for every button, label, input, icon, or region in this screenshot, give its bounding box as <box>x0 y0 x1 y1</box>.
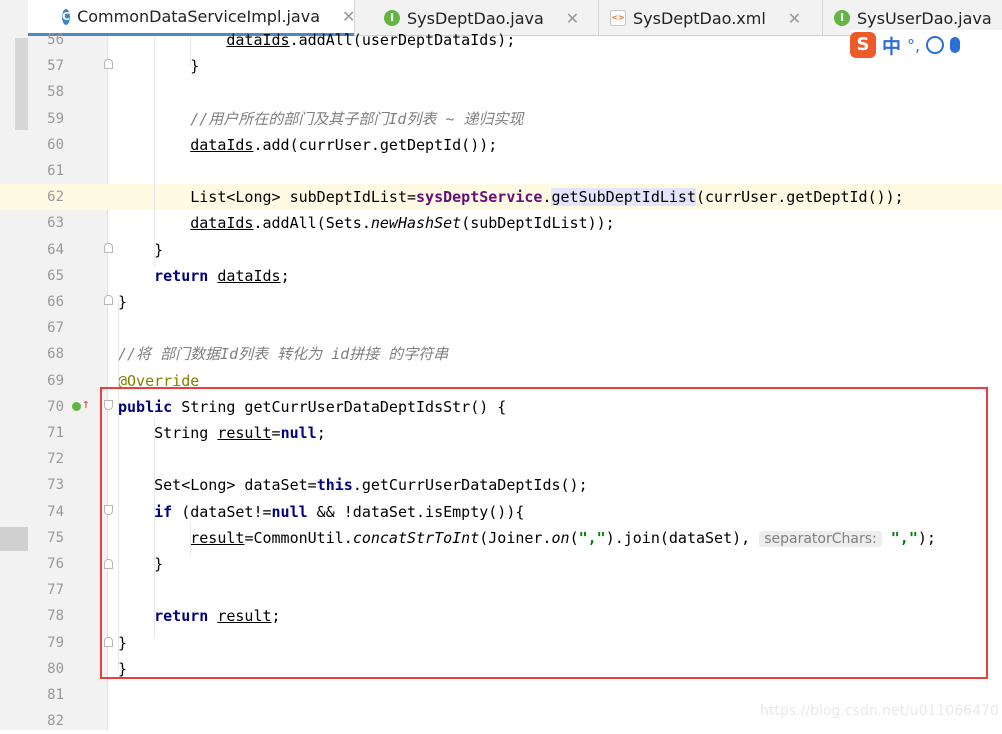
code-token: List<Long> subDeptIdList= <box>118 188 417 207</box>
code-token: newHashSet <box>370 214 462 233</box>
code-text: } <box>118 289 127 315</box>
class-icon: C <box>62 8 71 25</box>
code-text: dataIds.add(currUser.getDeptId()); <box>118 132 497 158</box>
emoji-icon[interactable] <box>926 36 945 54</box>
interface-icon: I <box>384 10 400 26</box>
line-number: 66 <box>47 294 64 310</box>
line-number: 57 <box>47 58 64 75</box>
code-token: dataIds <box>217 266 281 285</box>
line-number: 63 <box>47 215 64 232</box>
code-text: } <box>118 237 163 263</box>
line-number: 56 <box>47 32 64 48</box>
code-token: (currUser.getDeptId()); <box>695 188 904 207</box>
line-number: 75 <box>47 529 64 546</box>
code-token: //用户所在的部门及其子部门Id列表 ~ 递归实现 <box>190 109 524 128</box>
code-text: } <box>118 53 199 79</box>
implements-method-icon[interactable] <box>72 402 81 411</box>
code-line[interactable]: 60 dataIds.add(currUser.getDeptId()); <box>0 132 1002 158</box>
tab-label: SysDeptDao.java <box>407 8 544 28</box>
code-line[interactable]: 62 List<Long> subDeptIdList=sysDeptServi… <box>0 184 1002 211</box>
line-number: 77 <box>47 582 64 599</box>
code-text: List<Long> subDeptIdList=sysDeptService.… <box>118 184 904 210</box>
close-icon[interactable]: ✕ <box>788 9 801 28</box>
line-number: 61 <box>47 163 64 179</box>
line-number: 58 <box>47 84 64 101</box>
fold-marker[interactable] <box>104 243 113 253</box>
indent-guide <box>154 36 155 266</box>
code-token: } <box>118 57 200 76</box>
line-number: 62 <box>47 189 64 206</box>
code-token: dataIds <box>190 214 254 233</box>
code-token: getSubDeptIdList <box>551 188 696 207</box>
tab-label: SysUserDao.java <box>857 8 992 28</box>
line-number: 73 <box>47 477 64 494</box>
code-text: //将 部门数据Id列表 转化为 id拼接 的字符串 <box>118 341 448 367</box>
ime-toolbar: S 中 °, <box>850 30 1002 60</box>
code-line[interactable]: 61 <box>0 158 1002 184</box>
code-token: sysDeptService <box>416 188 543 207</box>
indent-guide <box>190 36 191 66</box>
tab-label: CommonDataServiceImpl.java <box>77 7 320 26</box>
override-arrow-icon[interactable]: ↑ <box>82 398 90 412</box>
code-token: ; <box>280 266 290 285</box>
line-number: 76 <box>47 556 64 572</box>
code-token: dataIds <box>226 31 290 49</box>
code-line[interactable]: 58 <box>0 79 1002 105</box>
ime-punct[interactable]: °, <box>907 36 920 55</box>
line-number: 81 <box>47 687 64 703</box>
line-number: 79 <box>47 634 64 651</box>
fold-marker[interactable] <box>104 295 113 305</box>
line-number: 72 <box>47 451 64 468</box>
ime-mode[interactable]: 中 <box>882 32 901 59</box>
code-text: dataIds.addAll(userDeptDataIds); <box>118 27 515 53</box>
code-line[interactable]: 67 <box>0 315 1002 341</box>
code-token: (subDeptIdList)); <box>461 214 615 233</box>
code-token: .addAll(Sets. <box>253 214 371 233</box>
line-number: 71 <box>47 425 64 441</box>
watermark: https://blog.csdn.net/u011066470 <box>760 703 999 719</box>
line-number: 65 <box>47 267 64 284</box>
code-line[interactable]: 59 //用户所在的部门及其子部门Id列表 ~ 递归实现 <box>0 106 1002 132</box>
tab-label: SysDeptDao.xml <box>633 8 766 28</box>
close-icon[interactable]: ✕ <box>566 9 579 28</box>
line-number: 68 <box>47 346 64 363</box>
code-token: } <box>118 240 164 259</box>
line-number: 74 <box>47 503 64 520</box>
line-number: 60 <box>47 136 64 153</box>
microphone-icon[interactable] <box>950 37 961 53</box>
code-line[interactable]: 65 return dataIds; <box>0 263 1002 289</box>
code-line[interactable]: 68 //将 部门数据Id列表 转化为 id拼接 的字符串 <box>0 341 1002 367</box>
code-text: dataIds.addAll(Sets.newHashSet(subDeptId… <box>118 210 615 236</box>
line-number: 70 <box>47 398 64 415</box>
code-text: //用户所在的部门及其子部门Id列表 ~ 递归实现 <box>118 106 523 132</box>
code-text: return dataIds; <box>118 263 290 289</box>
sogou-logo-icon[interactable]: S <box>850 32 876 58</box>
line-number: 80 <box>47 660 64 677</box>
code-token: dataIds <box>190 135 254 154</box>
xml-icon: <> <box>610 10 626 26</box>
code-line[interactable]: 63 dataIds.addAll(Sets.newHashSet(subDep… <box>0 210 1002 236</box>
code-token: //将 部门数据Id列表 转化为 id拼接 的字符串 <box>118 345 449 364</box>
line-number: 78 <box>47 608 64 625</box>
line-number: 59 <box>47 110 64 127</box>
code-line[interactable]: 64 } <box>0 237 1002 263</box>
code-token: .addAll(userDeptDataIds); <box>289 31 516 49</box>
line-number: 69 <box>47 372 64 389</box>
code-token: .add(currUser.getDeptId()); <box>253 135 498 154</box>
code-token: } <box>118 293 128 311</box>
interface-icon: I <box>834 10 850 26</box>
code-token: return <box>154 266 209 285</box>
line-number: 82 <box>47 713 64 730</box>
line-number: 64 <box>47 241 64 258</box>
fold-marker[interactable] <box>104 59 113 69</box>
highlight-annotation-box <box>100 387 988 679</box>
code-line[interactable]: 66} <box>0 289 1002 315</box>
line-number: 67 <box>47 320 64 337</box>
